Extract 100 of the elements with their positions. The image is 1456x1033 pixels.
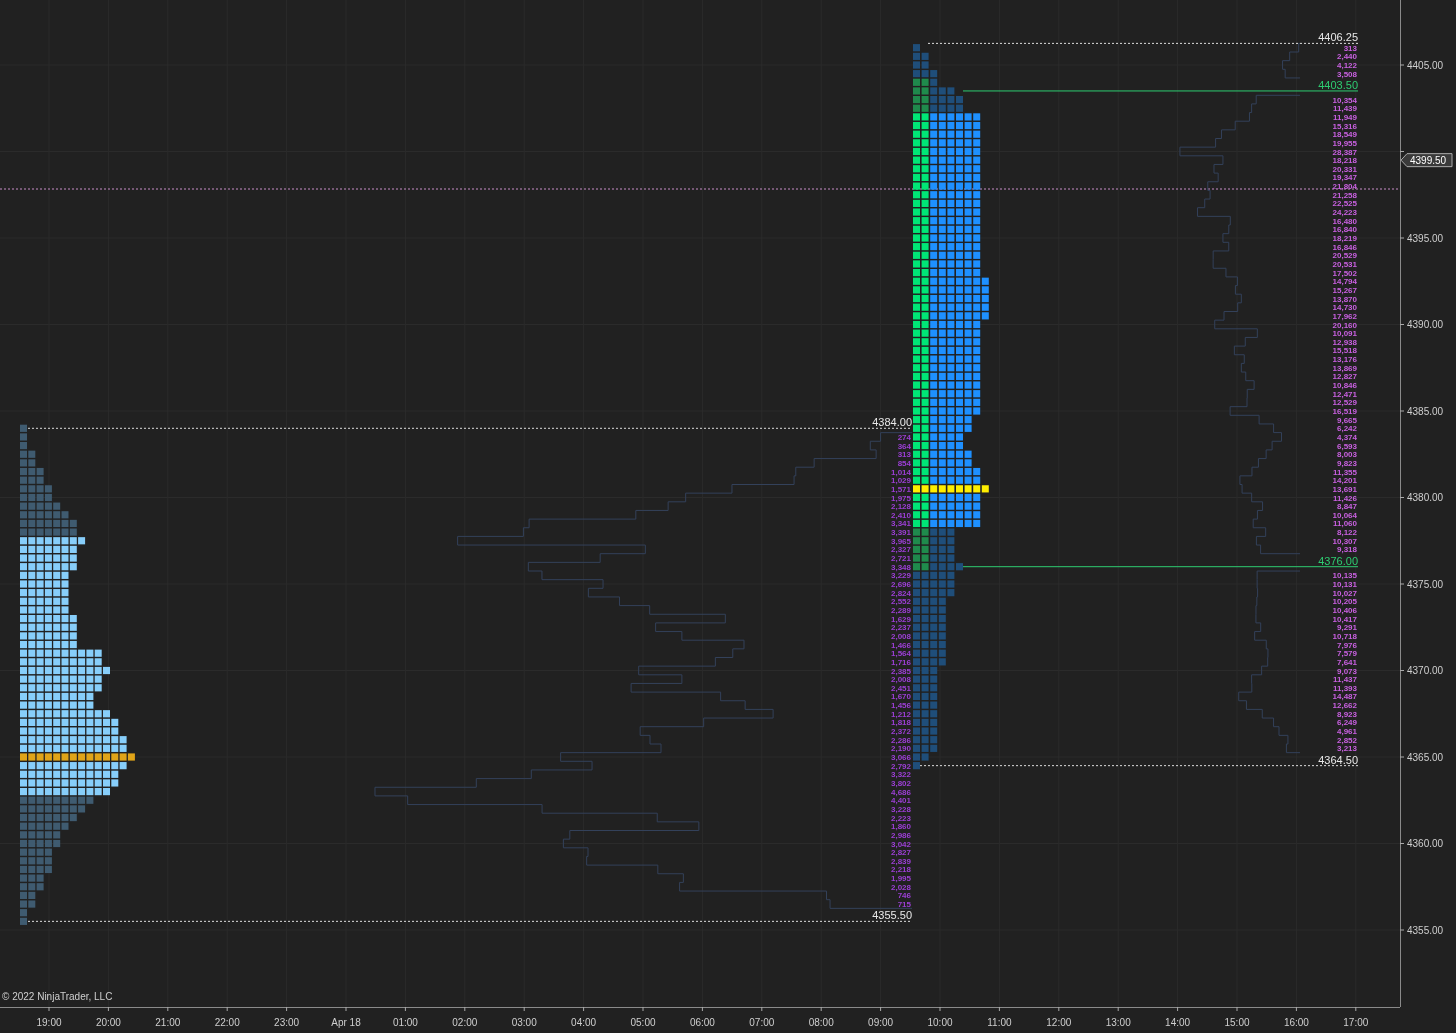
volume-label: 21,258 <box>1332 190 1357 200</box>
volume-label: 10,205 <box>1332 597 1357 607</box>
volume-label: 2,552 <box>890 597 911 607</box>
volume-label: 2,218 <box>890 865 911 875</box>
price-label: 4384.00 <box>872 416 912 429</box>
volume-label: 313 <box>1343 43 1357 53</box>
axis-label: 4355.00 <box>1407 924 1444 936</box>
axis-label: 4370.00 <box>1407 665 1444 676</box>
volume-label: 17,962 <box>1332 311 1357 321</box>
volume-label: 24,223 <box>1332 208 1357 218</box>
volume-label: 7,976 <box>1336 640 1357 650</box>
axis-label: 4360.00 <box>1407 838 1444 849</box>
axis-label: 4365.00 <box>1407 751 1444 763</box>
copyright-text: © 2022 NinjaTrader, LLC <box>2 991 113 1002</box>
volume-label: 2,986 <box>890 830 911 840</box>
volume-label: 3,802 <box>890 778 911 788</box>
volume-label: 18,219 <box>1332 234 1357 243</box>
volume-label: 4,686 <box>890 787 911 797</box>
volume-label: 9,823 <box>1336 458 1357 468</box>
volume-label: 20,531 <box>1332 259 1357 269</box>
volume-label: 1,564 <box>890 649 911 659</box>
volume-label: 10,131 <box>1332 580 1357 589</box>
volume-label: 16,840 <box>1332 225 1357 235</box>
price-label: 4403.50 <box>1318 78 1358 91</box>
volume-label: 16,519 <box>1332 407 1357 416</box>
volume-label: 12,938 <box>1332 337 1357 347</box>
volume-label: 3,229 <box>890 571 911 581</box>
volume-label: 3,965 <box>890 536 911 546</box>
volume-label: 10,027 <box>1332 588 1357 598</box>
axis-label: 08:00 <box>808 1017 834 1028</box>
volume-label: 746 <box>897 891 911 901</box>
volume-label: 15,316 <box>1332 121 1357 131</box>
volume-label: 12,529 <box>1332 398 1357 408</box>
volume-label: 11,439 <box>1332 104 1357 114</box>
volume-label: 13,869 <box>1332 363 1357 373</box>
volume-label: 2,223 <box>890 813 911 823</box>
volume-label: 2,008 <box>890 675 911 685</box>
volume-label: 13,870 <box>1332 294 1357 304</box>
volume-label: 2,372 <box>890 727 911 737</box>
volume-label: 4,961 <box>1336 727 1357 737</box>
volume-label: 19,347 <box>1332 173 1357 183</box>
volume-label: 11,437 <box>1332 675 1357 685</box>
volume-label: 2,008 <box>890 631 911 641</box>
volume-label: 13,691 <box>1332 484 1357 494</box>
volume-label: 8,003 <box>1336 450 1357 460</box>
axis-label: 02:00 <box>452 1017 478 1028</box>
volume-label: 10,417 <box>1332 614 1357 624</box>
volume-label: 313 <box>897 450 911 460</box>
volume-label: 10,846 <box>1332 381 1357 391</box>
volume-label: 2,327 <box>890 545 911 555</box>
axis-label: 21:00 <box>155 1017 181 1028</box>
volume-label: 1,029 <box>890 476 911 486</box>
axis-label: 4395.00 <box>1407 232 1444 244</box>
volume-label: 2,028 <box>890 882 911 892</box>
axis-label: 11:00 <box>987 1017 1012 1028</box>
volume-label: 10,406 <box>1332 605 1357 615</box>
volume-label: 10,091 <box>1332 329 1357 339</box>
volume-label: 2,440 <box>1336 52 1357 62</box>
volume-label: 19,955 <box>1332 138 1357 148</box>
axis-label: 03:00 <box>511 1017 537 1028</box>
volume-label: 3,348 <box>890 562 911 572</box>
volume-label: 4,374 <box>1336 432 1357 442</box>
volume-label: 2,792 <box>890 761 911 771</box>
volume-label: 2,385 <box>890 666 911 676</box>
volume-label: 2,451 <box>890 683 911 693</box>
volume-label: 22,525 <box>1332 199 1357 209</box>
axis-label: 15:00 <box>1224 1017 1250 1028</box>
volume-label: 18,549 <box>1332 130 1357 140</box>
price-label: 4355.50 <box>872 909 912 922</box>
volume-label: 2,839 <box>890 856 911 866</box>
axis-label: 01:00 <box>392 1017 418 1028</box>
volume-label: 3,508 <box>1336 69 1357 79</box>
axis-label: 17:00 <box>1343 1017 1369 1028</box>
volume-label: 21,804 <box>1332 182 1357 192</box>
axis-label: 04:00 <box>571 1017 597 1028</box>
axis-label: 4405.00 <box>1407 59 1444 71</box>
axis-label: 14:00 <box>1165 1017 1191 1028</box>
volume-label: 715 <box>897 900 911 910</box>
volume-label: 2,721 <box>890 554 911 564</box>
volume-label: 2,824 <box>890 588 911 598</box>
volume-label: 8,122 <box>1336 528 1357 538</box>
volume-label: 3,042 <box>890 839 911 849</box>
volume-label: 2,289 <box>890 605 911 615</box>
volume-label: 7,641 <box>1336 657 1357 667</box>
axis-label: 23:00 <box>274 1017 300 1028</box>
volume-label: 20,529 <box>1332 251 1357 261</box>
volume-label: 364 <box>897 441 911 451</box>
volume-label: 1,995 <box>890 874 911 884</box>
volume-label: 1,212 <box>890 709 911 719</box>
volume-label: 9,073 <box>1336 666 1357 676</box>
axis-label: 06:00 <box>689 1017 715 1028</box>
axis-label: 22:00 <box>214 1017 240 1028</box>
volume-label: 2,128 <box>890 502 911 512</box>
volume-label: 3,066 <box>890 753 911 762</box>
volume-label: 12,662 <box>1332 701 1357 711</box>
volume-label: 14,487 <box>1332 692 1357 702</box>
volume-label: 6,242 <box>1336 424 1357 434</box>
volume-label: 2,410 <box>890 510 911 520</box>
axis-label: 4375.00 <box>1407 578 1444 590</box>
volume-label: 1,818 <box>890 718 911 728</box>
